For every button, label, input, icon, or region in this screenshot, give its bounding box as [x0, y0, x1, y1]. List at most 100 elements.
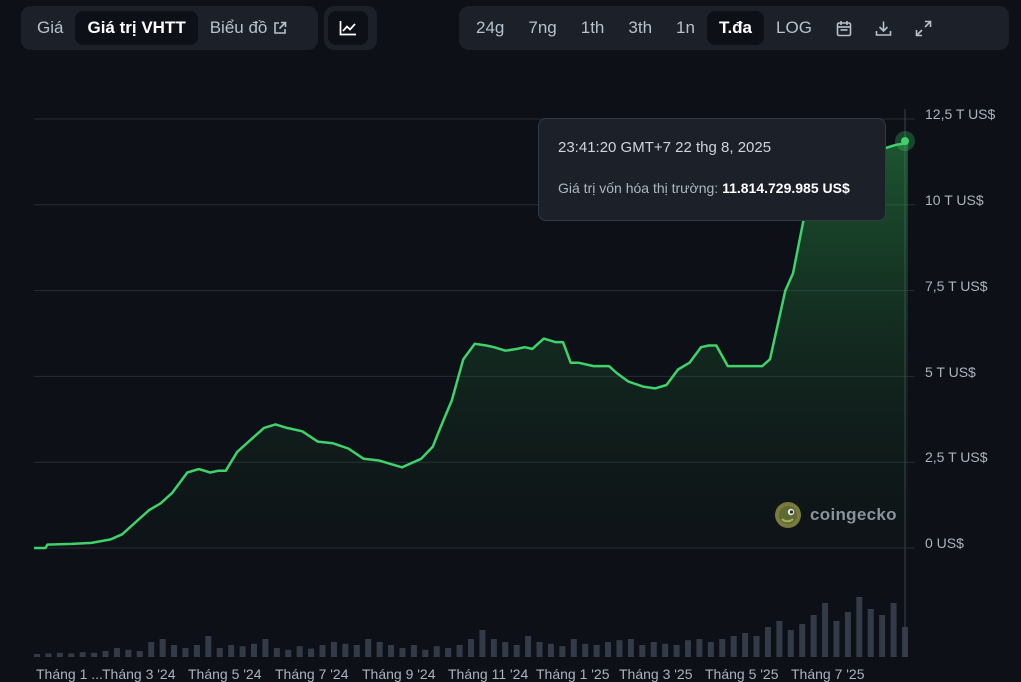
volume-bar: [319, 645, 326, 657]
volume-bar: [685, 640, 691, 657]
range-1m-label: 1th: [580, 18, 605, 37]
x-tick-label: Tháng 1 '25: [536, 666, 610, 682]
volume-bar: [719, 639, 726, 657]
volume-bar: [639, 645, 646, 657]
volume-bar: [410, 645, 417, 657]
fullscreen-icon: [916, 20, 932, 36]
range-24h[interactable]: 24g: [464, 11, 516, 45]
volume-bar: [342, 643, 349, 657]
tab-price[interactable]: Giá: [25, 11, 75, 45]
line-chart-toggle[interactable]: [328, 11, 368, 45]
x-tick-label: Tháng 7 '25: [791, 666, 865, 682]
tooltip-time: 23:41:20 GMT+7 22 thg 8, 2025: [558, 139, 772, 156]
volume-bar: [433, 646, 440, 657]
hover-point: [901, 137, 909, 146]
range-1y-label: 1n: [676, 18, 695, 37]
volume-bar: [822, 603, 829, 657]
chart-tooltip: 23:41:20 GMT+7 22 thg 8, 2025 Giá trị vố…: [538, 118, 886, 221]
volume-bar: [296, 646, 303, 657]
volume-bar: [422, 649, 429, 657]
volume-bar: [879, 615, 886, 657]
volume-bar: [525, 636, 532, 657]
volume-bar: [513, 645, 520, 657]
range-7d-label: 7ng: [528, 18, 557, 37]
external-link-icon: [274, 21, 287, 34]
volume-bar: [856, 597, 863, 657]
volume-bar: [399, 648, 406, 657]
x-tick-label: Tháng 1 ...: [36, 666, 103, 682]
volume-bar: [479, 630, 486, 657]
volume-bar: [136, 651, 143, 657]
volume-bar: [216, 648, 223, 657]
volume-bar: [205, 636, 212, 657]
tab-market-cap-label: Giá trị VHTT: [87, 18, 186, 37]
volume-bar: [547, 643, 554, 657]
range-3m-label: 3th: [628, 18, 653, 37]
tab-chart-external[interactable]: Biểu đồ: [198, 11, 300, 45]
volume-bar: [79, 652, 86, 657]
y-tick-label: 0 US$: [925, 535, 964, 551]
volume-bar: [113, 648, 120, 657]
range-3m[interactable]: 3th: [616, 11, 664, 45]
volume-bar: [833, 621, 840, 657]
log-scale-toggle[interactable]: LOG: [764, 11, 824, 45]
volume-bar: [742, 633, 749, 657]
watermark-text: coingecko: [810, 505, 897, 524]
range-tab-group: 24g 7ng 1th 3th 1n T.đa LOG: [459, 6, 1009, 50]
volume-bar: [902, 627, 908, 657]
volume-bar: [171, 645, 178, 657]
y-tick-label: 7,5 T US$: [925, 278, 988, 294]
tab-chart-label: Biểu đồ: [209, 18, 268, 37]
range-24h-label: 24g: [476, 18, 505, 37]
tab-price-label: Giá: [37, 18, 64, 37]
y-tick-label: 10 T US$: [925, 192, 984, 208]
tab-market-cap[interactable]: Giá trị VHTT: [75, 11, 198, 45]
line-chart-icon: [339, 21, 356, 36]
y-tick-label: 5 T US$: [925, 364, 976, 380]
tooltip-row: Giá trị vốn hóa thị trường: 11.814.729.9…: [558, 180, 866, 196]
volume-bar: [707, 642, 714, 657]
volume-bar: [273, 648, 280, 657]
calendar-button[interactable]: [824, 11, 864, 45]
volume-bar: [285, 649, 292, 657]
volume-bar: [91, 652, 98, 657]
volume-bar: [102, 651, 109, 657]
volume-bar: [696, 639, 703, 657]
calendar-icon: [836, 20, 852, 36]
volume-bar: [764, 627, 771, 657]
x-tick-label: Tháng 11 '24: [448, 666, 529, 682]
volume-bar: [627, 639, 634, 657]
coingecko-logo-icon: [775, 502, 801, 528]
download-button[interactable]: [864, 11, 904, 45]
volume-bar: [559, 646, 566, 657]
volume-bar: [262, 639, 269, 657]
volume-bar: [445, 648, 452, 657]
volume-bar: [376, 642, 383, 657]
y-tick-label: 12,5 T US$: [925, 106, 996, 122]
volume-bar: [56, 652, 63, 657]
volume-bar: [616, 640, 623, 657]
volume-bar: [890, 603, 897, 657]
volume-bar: [753, 636, 760, 657]
range-1m[interactable]: 1th: [569, 11, 617, 45]
volume-bar: [776, 621, 783, 657]
volume-bar: [330, 642, 337, 657]
volume-bar: [867, 609, 874, 657]
volume-bar: [148, 642, 155, 657]
volume-bar: [159, 639, 166, 657]
range-1y[interactable]: 1n: [664, 11, 707, 45]
volume-bar: [490, 639, 497, 657]
range-7d[interactable]: 7ng: [516, 11, 568, 45]
volume-bar: [193, 645, 200, 657]
log-scale-label: LOG: [776, 18, 812, 37]
volume-bar: [239, 646, 246, 657]
volume-bar: [456, 645, 463, 657]
volume-bar: [125, 649, 132, 657]
fullscreen-button[interactable]: [904, 11, 944, 45]
range-max[interactable]: T.đa: [706, 11, 765, 45]
coingecko-watermark: coingecko: [774, 501, 897, 529]
x-tick-label: Tháng 5 '24: [188, 666, 262, 682]
volume-bar: [810, 615, 817, 657]
volume-bar: [308, 648, 315, 657]
volume-bar: [605, 642, 612, 657]
